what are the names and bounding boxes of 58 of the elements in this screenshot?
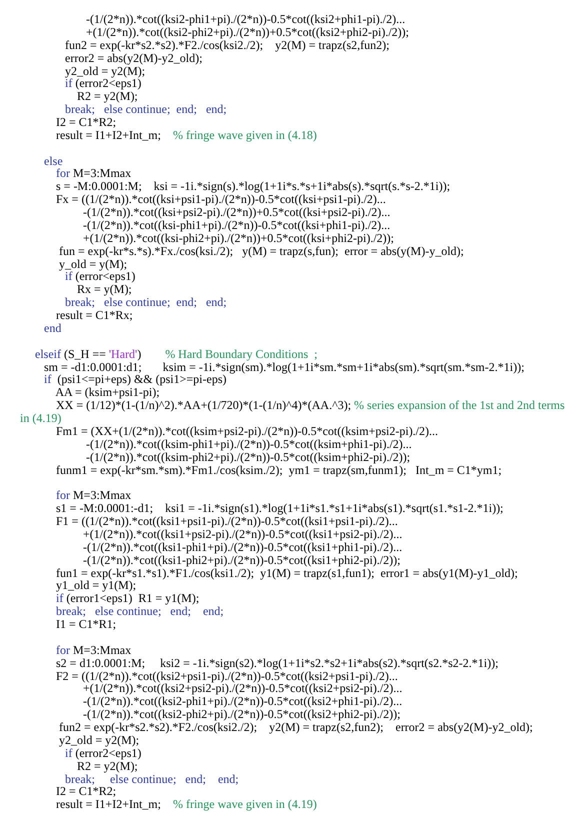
code-line: Rx = y(M); <box>77 283 132 296</box>
code-line: error2 = abs(y2(M)-y2_old); <box>64 52 202 64</box>
code-line: y2_old = y2(M); <box>58 734 140 747</box>
code-line: Fx = ((1/(2*n)).*cot((ksi+psi1-pi)./(2*n))-0.5*cot((ksi+psi1-pi)./2)... <box>55 193 386 206</box>
code-line: I2 = C1*R2; <box>55 116 116 129</box>
code-line: -(1/(2*n)).*cot((ksi2-phi1+pi)./(2*n))-0.5*cot((ksi2+phi1-pi)./2)... <box>82 695 402 708</box>
code-line: break; else continue; end; end; <box>64 103 227 116</box>
code-line: +(1/(2*n)).*cot((ksi2+psi2-pi)./(2*n))-0.5*cot((ksi2+psi2-pi)./2)... <box>83 682 402 696</box>
code-line: break; else continue; end; end; <box>64 772 239 786</box>
code-line: Fm1 = (XX+(1/(2*n)).*cot((ksim+psi2-pi)./(2*n))-0.5*cot((ksim+psi2-pi)./2)... <box>56 424 438 438</box>
code-line: -(1/(2*n)).*cot((ksi1-phi1+pi)./(2*n))-0.5*cot((ksi1+phi1-pi)./2)... <box>82 540 402 554</box>
code-line: if (psi1<=pi+eps) && (psi1>=pi-eps) <box>43 373 226 386</box>
code-line: if (error2<eps1) <box>64 77 142 90</box>
code-line: for M=3:Mmax <box>55 167 132 180</box>
code-line: F2 = ((1/(2*n)).*cot((ksi2+psi1-pi)./(2*n))-0.5*cot((ksi2+psi1-pi)./2)... <box>55 670 398 682</box>
code-line: fun1 = exp(-kr*s1.*s1).*F1./cos(ksi1./2); y1(M) = trapz(s1,fun1); error1 = abs(y1(M)-y1_old); <box>55 566 518 580</box>
code-line: I1 = C1*R1; <box>55 618 116 631</box>
code-line: if (error2<eps1) <box>65 746 142 760</box>
code-line: s1 = -M:0.0001:-d1; ksi1 = -1i.*sign(s1).*log(1+1i*s1.*s1+1i*abs(s1).*sqrt(s1.*s1-2.*1i)); <box>55 502 504 516</box>
code-line: result = C1*Rx; <box>55 309 133 322</box>
code-line: R2 = y2(M); <box>77 760 138 773</box>
code-line: funm1 = exp(-kr*sm.*sm).*Fm1./cos(ksim./2); ym1 = trapz(sm,funm1); Int_m = C1*ym1; <box>55 464 502 476</box>
code-line: result = I1+I2+Int_m; % fringe wave given in (4.18) <box>55 128 317 142</box>
code-line: F1 = ((1/(2*n)).*cot((ksi1+psi1-pi)./(2*n))-0.5*cot((ksi1+psi1-pi)./2)... <box>55 515 398 528</box>
code-line: y1_old = y1(M); <box>55 579 136 592</box>
code-line: +(1/(2*n)).*cot((ksi-phi2+pi)./(2*n))+0.5*cot((ksi+phi2-pi)./2)); <box>82 232 394 245</box>
code-line: +(1/(2*n)).*cot((ksi1+psi2-pi)./(2*n))-0.5*cot((ksi1+psi2-pi)./2)... <box>83 528 402 541</box>
code-line: -(1/(2*n)).*cot((ksi2-phi2+pi)./(2*n))-0.5*cot((ksi2+phi2-pi)./2)); <box>82 708 400 722</box>
code-line: if (error1<eps1) R1 = y1(M); <box>55 592 200 606</box>
code-line: -(1/(2*n)).*cot((ksi1-phi2+pi)./(2*n))-0.5*cot((ksi1+phi2-pi)./2)); <box>82 554 400 567</box>
code-line: s = -M:0.0001:M; ksi = -1i.*sign(s).*log(1+1i*s.*s+1i*abs(s).*sqrt(s.*s-2.*1i)); <box>55 180 450 194</box>
code-line: sm = -d1:0.0001:d1; ksim = -1i.*sign(sm).*log(1+1i*sm.*sm+1i*abs(sm).*sqrt(sm.*sm-2.*1i)); <box>43 360 524 374</box>
code-line: result = I1+I2+Int_m; % fringe wave given in (4.19) <box>55 798 317 812</box>
code-line: s2 = d1:0.0001:M; ksi2 = -1i.*sign(s2).*log(1+1i*s2.*s2+1i*abs(s2).*sqrt(s2.*s2-2.*1i)); <box>55 656 498 670</box>
code-line: for M=3:Mmax <box>55 644 132 657</box>
code-line: -(1/(2*n)).*cot((ksim-phi2+pi)./(2*n))-0.5*cot((ksim+phi2-pi)./2)); <box>85 450 410 464</box>
code-line: end <box>43 322 62 335</box>
code-line: for M=3:Mmax <box>55 489 132 502</box>
code-line: elseif (S_H == 'Hard') % Hard Boundary Conditions ; <box>34 348 318 361</box>
code-line: else <box>43 154 63 168</box>
code-line: -(1/(2*n)).*cot((ksi2-phi1+pi)./(2*n))-0.5*cot((ksi2+phi1-pi)./2)... <box>85 13 406 26</box>
code-line: R2 = y2(M); <box>77 90 138 104</box>
code-line: +(1/(2*n)).*cot((ksi2-phi2+pi)./(2*n))+0.5*cot((ksi2+phi2-pi)./2)); <box>85 26 410 39</box>
code-line: fun = exp(-kr*s.*s).*Fx./cos(ksi./2); y(M) = trapz(s,fun); error = abs(y(M)-y_old); <box>58 244 464 258</box>
code-line: -(1/(2*n)).*cot((ksi+psi2-pi)./(2*n))+0.5*cot((ksi+psi2-pi)./2)... <box>83 206 390 219</box>
code-line: fun2 = exp(-kr*s2.*s2).*F2./cos(ksi2./2); y2(M) = trapz(s2,fun2); <box>64 38 390 52</box>
code-line: -(1/(2*n)).*cot((ksim-phi1+pi)./(2*n))-0.5*cot((ksim+phi1-pi)./2)... <box>85 438 412 451</box>
code-line: in (4.19) <box>20 412 62 425</box>
code-line: break; else continue; end; end; <box>64 296 227 310</box>
code-line: y_old = y(M); <box>58 258 128 270</box>
code-line: y2_old = y2(M); <box>64 64 146 78</box>
code-line: break; else continue; end; end; <box>55 605 224 618</box>
code-line: fun2 = exp(-kr*s2.*s2).*F2./cos(ksi2./2); y2(M) = trapz(s2,fun2); error2 = abs(y2(M)-y2_old); <box>58 721 533 734</box>
code-line: I2 = C1*R2; <box>55 785 116 798</box>
code-line: if (error<eps1) <box>65 270 136 284</box>
code-line: -(1/(2*n)).*cot((ksi-phi1+pi)./(2*n))-0.5*cot((ksi+phi1-pi)./2)... <box>82 218 390 232</box>
code-line: XX = (1/12)*(1-(1/n)^2).*AA+(1/720)*(1-(1/n)^4)*(AA.^3); % series expansion of the 1st and 2nd terms <box>55 399 565 412</box>
code-line: AA = (ksim+psi1-pi); <box>54 386 160 400</box>
